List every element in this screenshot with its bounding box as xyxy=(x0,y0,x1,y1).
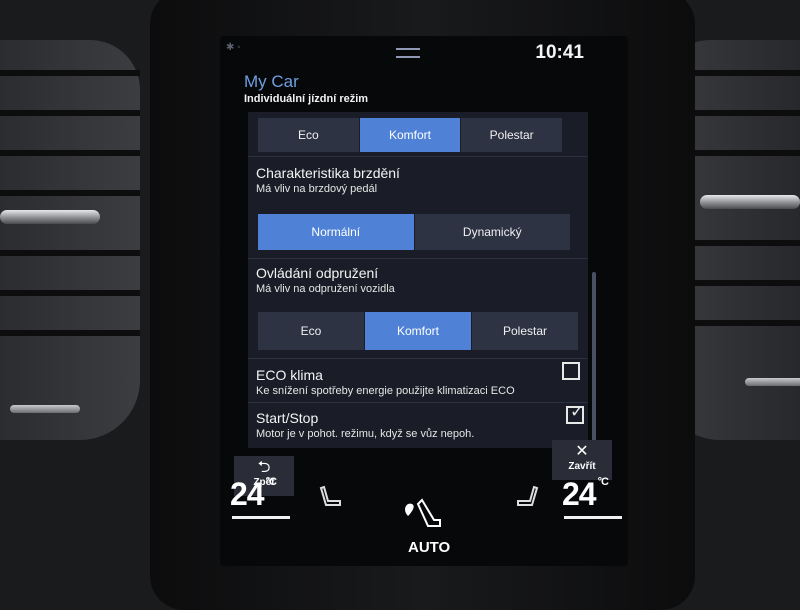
vent-slat xyxy=(0,250,140,256)
right-seat-heater-icon[interactable] xyxy=(514,484,540,516)
left-seat-heater-icon[interactable] xyxy=(318,484,344,516)
close-label: Zavřít xyxy=(568,461,596,472)
right-temperature[interactable]: 24 °C xyxy=(562,476,609,513)
close-icon: ✕ xyxy=(575,443,589,460)
mode-polestar-option[interactable]: Polestar xyxy=(461,118,562,152)
fan-auto-label[interactable]: AUTO xyxy=(408,539,450,556)
brake-desc: Má vliv na brzdový pedál xyxy=(256,183,378,195)
suspension-komfort-option[interactable]: Komfort xyxy=(365,312,472,350)
eco-climate-desc: Ke snížení spotřeby energie použijte kli… xyxy=(256,385,515,397)
vent-slat xyxy=(0,290,140,296)
drive-mode-selector: Eco Komfort Polestar xyxy=(258,118,562,152)
status-bar: ✱ ◦ 10:41 xyxy=(220,36,628,70)
right-temp-unit: °C xyxy=(597,476,609,488)
vent-chrome-knob xyxy=(700,195,800,209)
vent-slat xyxy=(0,150,140,156)
mode-eco-option[interactable]: Eco xyxy=(258,118,360,152)
vent-slat xyxy=(0,110,140,116)
checkmark-icon: ✓ xyxy=(570,402,585,421)
scrollbar[interactable] xyxy=(592,272,596,442)
suspension-title: Ovládání odpružení xyxy=(256,265,379,281)
divider xyxy=(248,402,588,403)
dashboard-trim xyxy=(745,378,800,386)
right-temp-indicator xyxy=(564,516,622,519)
clock: 10:41 xyxy=(535,42,584,63)
brake-title: Charakteristika brzdění xyxy=(256,165,400,181)
left-air-vent xyxy=(0,40,140,440)
start-stop-checkbox[interactable]: ✓ xyxy=(566,402,585,424)
suspension-eco-option[interactable]: Eco xyxy=(258,312,365,350)
bluetooth-wifi-icon: ✱ ◦ xyxy=(226,42,241,53)
top-pulldown-handle-icon[interactable] xyxy=(396,48,420,58)
fan-icon[interactable] xyxy=(400,496,444,536)
page-subtitle: Individuální jízdní režim xyxy=(244,93,369,105)
left-temperature[interactable]: 24 °C xyxy=(230,476,277,513)
left-temp-unit: °C xyxy=(265,476,277,488)
vent-slat xyxy=(0,70,140,76)
left-temp-value: 24 xyxy=(230,476,265,512)
divider xyxy=(248,156,588,157)
brake-dynamic-option[interactable]: Dynamický xyxy=(415,214,571,250)
suspension-selector: Eco Komfort Polestar xyxy=(258,312,578,350)
suspension-polestar-option[interactable]: Polestar xyxy=(472,312,578,350)
close-button[interactable]: ✕ Zavřít xyxy=(552,440,612,480)
divider xyxy=(248,358,588,359)
vent-slat xyxy=(0,330,140,336)
left-temp-indicator xyxy=(232,516,290,519)
suspension-desc: Má vliv na odpružení vozidla xyxy=(256,283,395,295)
start-stop-title: Start/Stop xyxy=(256,410,319,426)
page-title: My Car xyxy=(244,72,299,91)
eco-climate-checkbox[interactable] xyxy=(562,362,580,380)
eco-climate-title: ECO klima xyxy=(256,367,323,383)
right-temp-value: 24 xyxy=(562,476,597,512)
brake-selector: Normální Dynamický xyxy=(258,214,570,250)
dashboard-trim xyxy=(10,405,80,413)
mode-komfort-option[interactable]: Komfort xyxy=(359,118,462,152)
back-arrow-icon: ⮌ xyxy=(257,459,271,476)
start-stop-desc: Motor je v pohot. režimu, když se vůz ne… xyxy=(256,428,475,440)
vent-slat xyxy=(0,190,140,196)
brake-normal-option[interactable]: Normální xyxy=(258,214,415,250)
vent-chrome-knob xyxy=(0,210,100,224)
divider xyxy=(248,258,588,259)
